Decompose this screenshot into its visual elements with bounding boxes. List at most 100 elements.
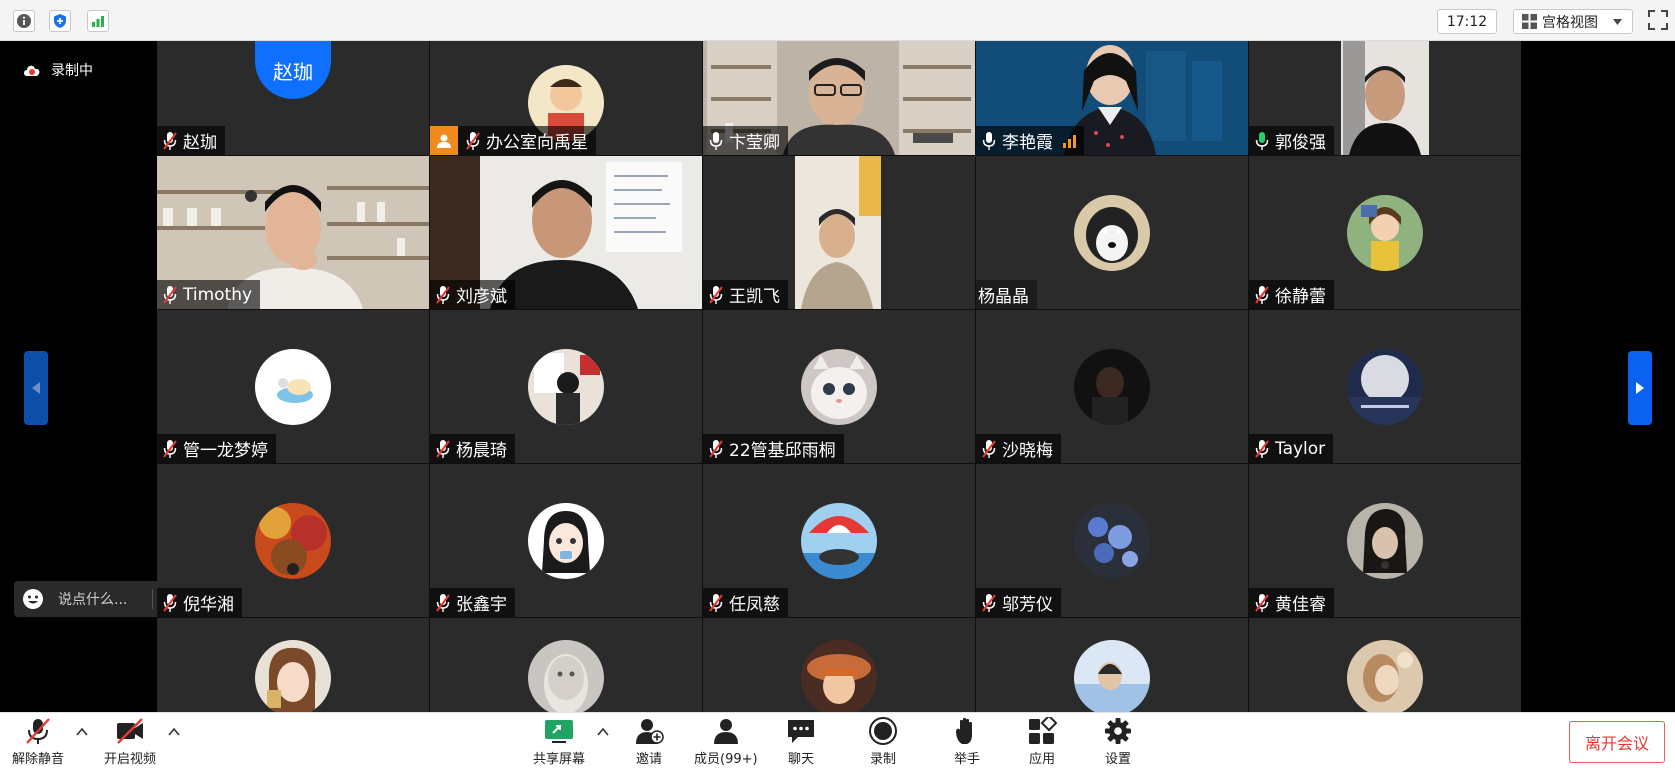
participant-name: Taylor — [1275, 438, 1326, 459]
participant-tile[interactable]: 沙晓梅 — [976, 310, 1248, 463]
share-screen-icon — [545, 720, 573, 743]
leave-meeting-button[interactable]: 离开会议 — [1569, 721, 1665, 763]
start-video-button[interactable]: 开启视频 — [104, 717, 156, 767]
participant-tile[interactable]: 22管基邱雨桐 — [703, 310, 975, 463]
chevron-up-icon[interactable] — [167, 725, 181, 739]
participant-name: 黄佳睿 — [1275, 595, 1326, 615]
participant-tile[interactable] — [703, 618, 975, 712]
avatar — [1074, 194, 1150, 271]
previous-page-button[interactable] — [24, 351, 48, 425]
raise-hand-button[interactable]: 举手 — [952, 717, 982, 767]
participant-nameplate: 沙晓梅 — [976, 434, 1061, 463]
participant-nameplate: 黄佳睿 — [1249, 588, 1334, 617]
participant-tile[interactable]: 徐静蕾 — [1249, 156, 1521, 309]
participant-tile[interactable]: 杨晶晶 — [976, 156, 1248, 309]
participant-nameplate: 倪华湘 — [157, 588, 242, 617]
info-icon[interactable] — [13, 10, 35, 32]
avatar — [528, 640, 604, 712]
next-page-button[interactable] — [1628, 351, 1652, 425]
participant-nameplate: 徐静蕾 — [1249, 280, 1334, 309]
avatar — [1347, 502, 1423, 579]
members-label: 成员(99+) — [694, 752, 758, 767]
participant-tile[interactable]: 卞莹卿 — [703, 41, 975, 155]
participant-tile[interactable] — [976, 618, 1248, 712]
emoji-icon[interactable] — [22, 588, 44, 610]
share-screen-button[interactable]: 共享屏幕 — [533, 717, 585, 767]
participant-tile[interactable]: 刘彦斌 — [430, 156, 702, 309]
invite-label: 邀请 — [635, 752, 662, 767]
participant-tile[interactable]: Taylor — [1249, 310, 1521, 463]
participant-name: 邬芳仪 — [1002, 595, 1053, 615]
muted-mic-icon — [163, 285, 177, 304]
participant-nameplate: 杨晨琦 — [430, 434, 515, 463]
members-button[interactable]: 成员(99+) — [694, 717, 758, 767]
participant-tile[interactable]: 倪华湘 — [157, 464, 429, 617]
settings-button[interactable]: 设置 — [1103, 717, 1133, 767]
participant-tile[interactable]: 办公室向禹星 — [430, 41, 702, 155]
participant-name: 张鑫宇 — [456, 595, 507, 615]
muted-mic-icon — [436, 285, 450, 304]
fullscreen-icon[interactable] — [1648, 10, 1668, 30]
participant-nameplate: 赵珈 — [157, 126, 225, 155]
participant-nameplate: 卞莹卿 — [703, 126, 788, 155]
participant-tile[interactable]: 郭俊强 — [1249, 41, 1521, 155]
participant-name: 倪华湘 — [183, 595, 234, 615]
participant-name: 任凤慈 — [729, 595, 780, 615]
chat-button[interactable]: 聊天 — [786, 717, 816, 767]
participant-name: 徐静蕾 — [1275, 287, 1326, 307]
chevron-up-icon[interactable] — [75, 725, 89, 739]
view-mode-dropdown[interactable]: 宫格视图 — [1513, 9, 1633, 34]
participant-nameplate: 杨晶晶 — [976, 280, 1037, 309]
security-shield-icon[interactable] — [49, 10, 71, 32]
apps-label: 应用 — [1028, 752, 1055, 767]
record-button[interactable]: 录制 — [868, 717, 898, 767]
participant-tile[interactable]: 李艳霞 — [976, 41, 1248, 155]
participant-nameplate: 郭俊强 — [1249, 126, 1334, 155]
chevron-up-icon[interactable] — [596, 725, 610, 739]
chevron-left-icon — [32, 382, 40, 394]
participant-tile[interactable]: 杨晨琦 — [430, 310, 702, 463]
participant-tile[interactable]: 王凯飞 — [703, 156, 975, 309]
participant-name: 刘彦斌 — [456, 287, 507, 307]
share-screen-label: 共享屏幕 — [533, 752, 586, 767]
record-label: 录制 — [869, 752, 896, 767]
participant-tile[interactable]: Timothy — [157, 156, 429, 309]
avatar: 赵珈 — [255, 41, 331, 99]
participant-tile[interactable]: 黄佳睿 — [1249, 464, 1521, 617]
host-badge-icon — [430, 126, 458, 155]
muted-mic-icon — [1255, 439, 1269, 458]
participant-tile[interactable] — [157, 618, 429, 712]
raise-hand-icon — [956, 717, 972, 744]
participant-tile[interactable] — [1249, 618, 1521, 712]
participant-nameplate: 22管基邱雨桐 — [703, 434, 844, 463]
unmute-label: 解除静音 — [12, 752, 65, 767]
participant-grid: 赵珈 赵珈 办公室向禹星 卞莹卿 李艳霞 郭俊强 Timothy 刘彦斌 王凯飞 杨晶晶 徐静蕾 管一… — [157, 41, 1521, 712]
participant-nameplate: 邬芳仪 — [976, 588, 1061, 617]
muted-mic-icon — [163, 131, 177, 150]
participant-tile[interactable] — [430, 618, 702, 712]
meeting-clock: 17:12 — [1437, 9, 1497, 34]
participant-tile[interactable]: 管一龙梦婷 — [157, 310, 429, 463]
participant-name: 22管基邱雨桐 — [729, 441, 836, 461]
avatar — [1074, 502, 1150, 579]
settings-label: 设置 — [1104, 752, 1131, 767]
view-mode-label: 宫格视图 — [1542, 14, 1598, 31]
muted-mic-icon — [466, 131, 480, 150]
chat-label: 聊天 — [787, 752, 814, 767]
avatar — [1074, 348, 1150, 425]
participant-nameplate: 李艳霞 — [976, 126, 1084, 155]
participant-tile[interactable]: 邬芳仪 — [976, 464, 1248, 617]
muted-mic-icon — [163, 439, 177, 458]
apps-button[interactable]: 应用 — [1027, 717, 1057, 767]
invite-button[interactable]: 邀请 — [634, 717, 664, 767]
participant-tile[interactable]: 赵珈 赵珈 — [157, 41, 429, 155]
cloud-record-icon — [24, 65, 40, 76]
participant-tile[interactable]: 张鑫宇 — [430, 464, 702, 617]
participant-nameplate: 任凤慈 — [703, 588, 788, 617]
participant-name: 杨晶晶 — [978, 287, 1029, 307]
participant-name: 王凯飞 — [729, 287, 780, 307]
network-signal-icon[interactable] — [87, 10, 109, 32]
participant-nameplate: Taylor — [1249, 434, 1334, 463]
participant-tile[interactable]: 任凤慈 — [703, 464, 975, 617]
unmute-button[interactable]: 解除静音 — [12, 717, 64, 767]
